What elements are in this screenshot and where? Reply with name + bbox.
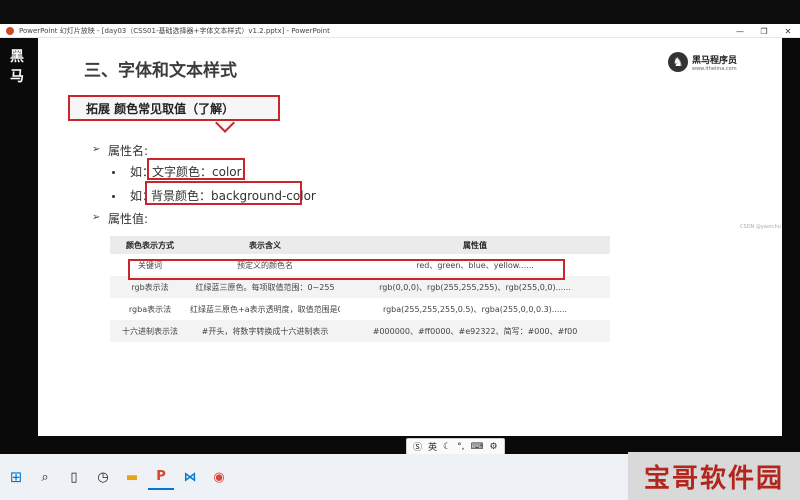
right-black-strip — [782, 38, 800, 436]
table-cell: #000000、#ff0000、#e92322、简写：#000、#f00 — [372, 326, 578, 336]
windows-start-icon[interactable]: ⊞ — [3, 464, 29, 490]
table-cell: rgb表示法 — [131, 282, 169, 292]
slide-canvas[interactable]: 黑马 三、字体和文本样式 ♞ 黑马程序员 www.itheima.com 拓展 … — [0, 38, 800, 436]
search-icon[interactable]: ⌕ — [32, 464, 58, 490]
punctuation-icon[interactable]: °, — [457, 442, 464, 452]
left-logo-text: 黑马 — [10, 49, 26, 85]
clock-icon[interactable]: ◷ — [90, 464, 116, 490]
chrome-icon[interactable]: ◉ — [206, 464, 232, 490]
settings-gear-icon[interactable]: ⚙ — [489, 442, 497, 452]
bullet-dot — [112, 171, 115, 174]
table-cell: 红绿蓝三原色。每项取值范围：0~255 — [195, 282, 335, 292]
ime-toolbar: Ⓢ 英 ☾ °, ⌨ ⚙ — [406, 438, 505, 455]
brand-url: www.itheima.com — [692, 65, 737, 72]
attr-name-label: 属性名: — [108, 144, 149, 158]
table-row: rgba表示法 红绿蓝三原色+a表示透明度，取值范围是0~1 rgba(255,… — [110, 298, 610, 320]
highlight-box-keyword-row — [128, 259, 565, 280]
window-titlebar: PowerPoint 幻灯片放映 - [day03（CSS01-基础选择器+字体… — [0, 24, 800, 38]
powerpoint-app-icon — [6, 26, 14, 35]
example-2-text: 背景颜色：background-color — [151, 189, 316, 203]
example-1-text: 文字颜色：color — [152, 165, 242, 179]
restore-button[interactable]: ❐ — [752, 24, 776, 38]
powerpoint-icon[interactable]: P — [148, 464, 174, 490]
vscode-icon[interactable]: ⋈ — [177, 464, 203, 490]
horse-logo-icon: ♞ — [668, 52, 688, 72]
top-black-bar — [0, 0, 800, 24]
table-cell: 红绿蓝三原色+a表示透明度，取值范围是0~1 — [190, 304, 340, 314]
table-cell: rgba表示法 — [128, 304, 172, 314]
corner-watermark-text: 宝哥软件园 — [643, 463, 784, 494]
ime-logo-icon[interactable]: Ⓢ — [413, 440, 422, 453]
slide-heading: 三、字体和文本样式 — [84, 61, 237, 81]
table-header-cell: 颜色表示方式 — [126, 240, 174, 250]
folder-icon[interactable]: ▬ — [119, 464, 145, 490]
color-values-table: 颜色表示方式 表示含义 属性值 关键词 预定义的颜色名 red、green、bl… — [110, 236, 610, 342]
table-cell: rgb(0,0,0)、rgb(255,255,255)、rgb(255,0,0)… — [379, 282, 571, 292]
window-title: PowerPoint 幻灯片放映 - [day03（CSS01-基础选择器+字体… — [19, 26, 330, 35]
minimize-button[interactable]: — — [728, 24, 752, 38]
keyboard-icon[interactable]: ⌨ — [470, 442, 483, 452]
bullet-dot — [112, 195, 115, 198]
attr-value-label: 属性值: — [108, 212, 149, 226]
close-button[interactable]: ✕ — [776, 24, 800, 38]
table-header-cell: 属性值 — [463, 240, 487, 250]
table-cell: #开头，将数字转换成十六进制表示 — [201, 326, 329, 336]
window-controls: — ❐ ✕ — [728, 24, 800, 38]
table-row: 十六进制表示法 #开头，将数字转换成十六进制表示 #000000、#ff0000… — [110, 320, 610, 342]
ime-language-toggle[interactable]: 英 — [428, 440, 437, 453]
brand-logo: ♞ 黑马程序员 www.itheima.com — [668, 52, 737, 72]
table-header-cell: 表示含义 — [249, 240, 281, 250]
arrow-bullet-icon: ➢ — [92, 212, 101, 223]
table-cell: rgba(255,255,255,0.5)、rgba(255,0,0,0.3).… — [382, 304, 568, 314]
brand-name: 黑马程序员 — [692, 55, 738, 66]
file-icon[interactable]: ▯ — [61, 464, 87, 490]
left-black-strip: 黑马 — [0, 38, 38, 436]
callout-text: 拓展 颜色常见取值（了解） — [86, 101, 235, 116]
table-header-row: 颜色表示方式 表示含义 属性值 — [110, 236, 610, 254]
csdn-watermark: CSDN @yaorchu — [740, 224, 781, 230]
corner-watermark: 宝哥软件园 — [628, 452, 800, 500]
callout-box: 拓展 颜色常见取值（了解） — [68, 95, 280, 121]
moon-icon[interactable]: ☾ — [443, 442, 451, 452]
table-cell: 十六进制表示法 — [122, 326, 178, 336]
arrow-bullet-icon: ➢ — [92, 144, 101, 155]
